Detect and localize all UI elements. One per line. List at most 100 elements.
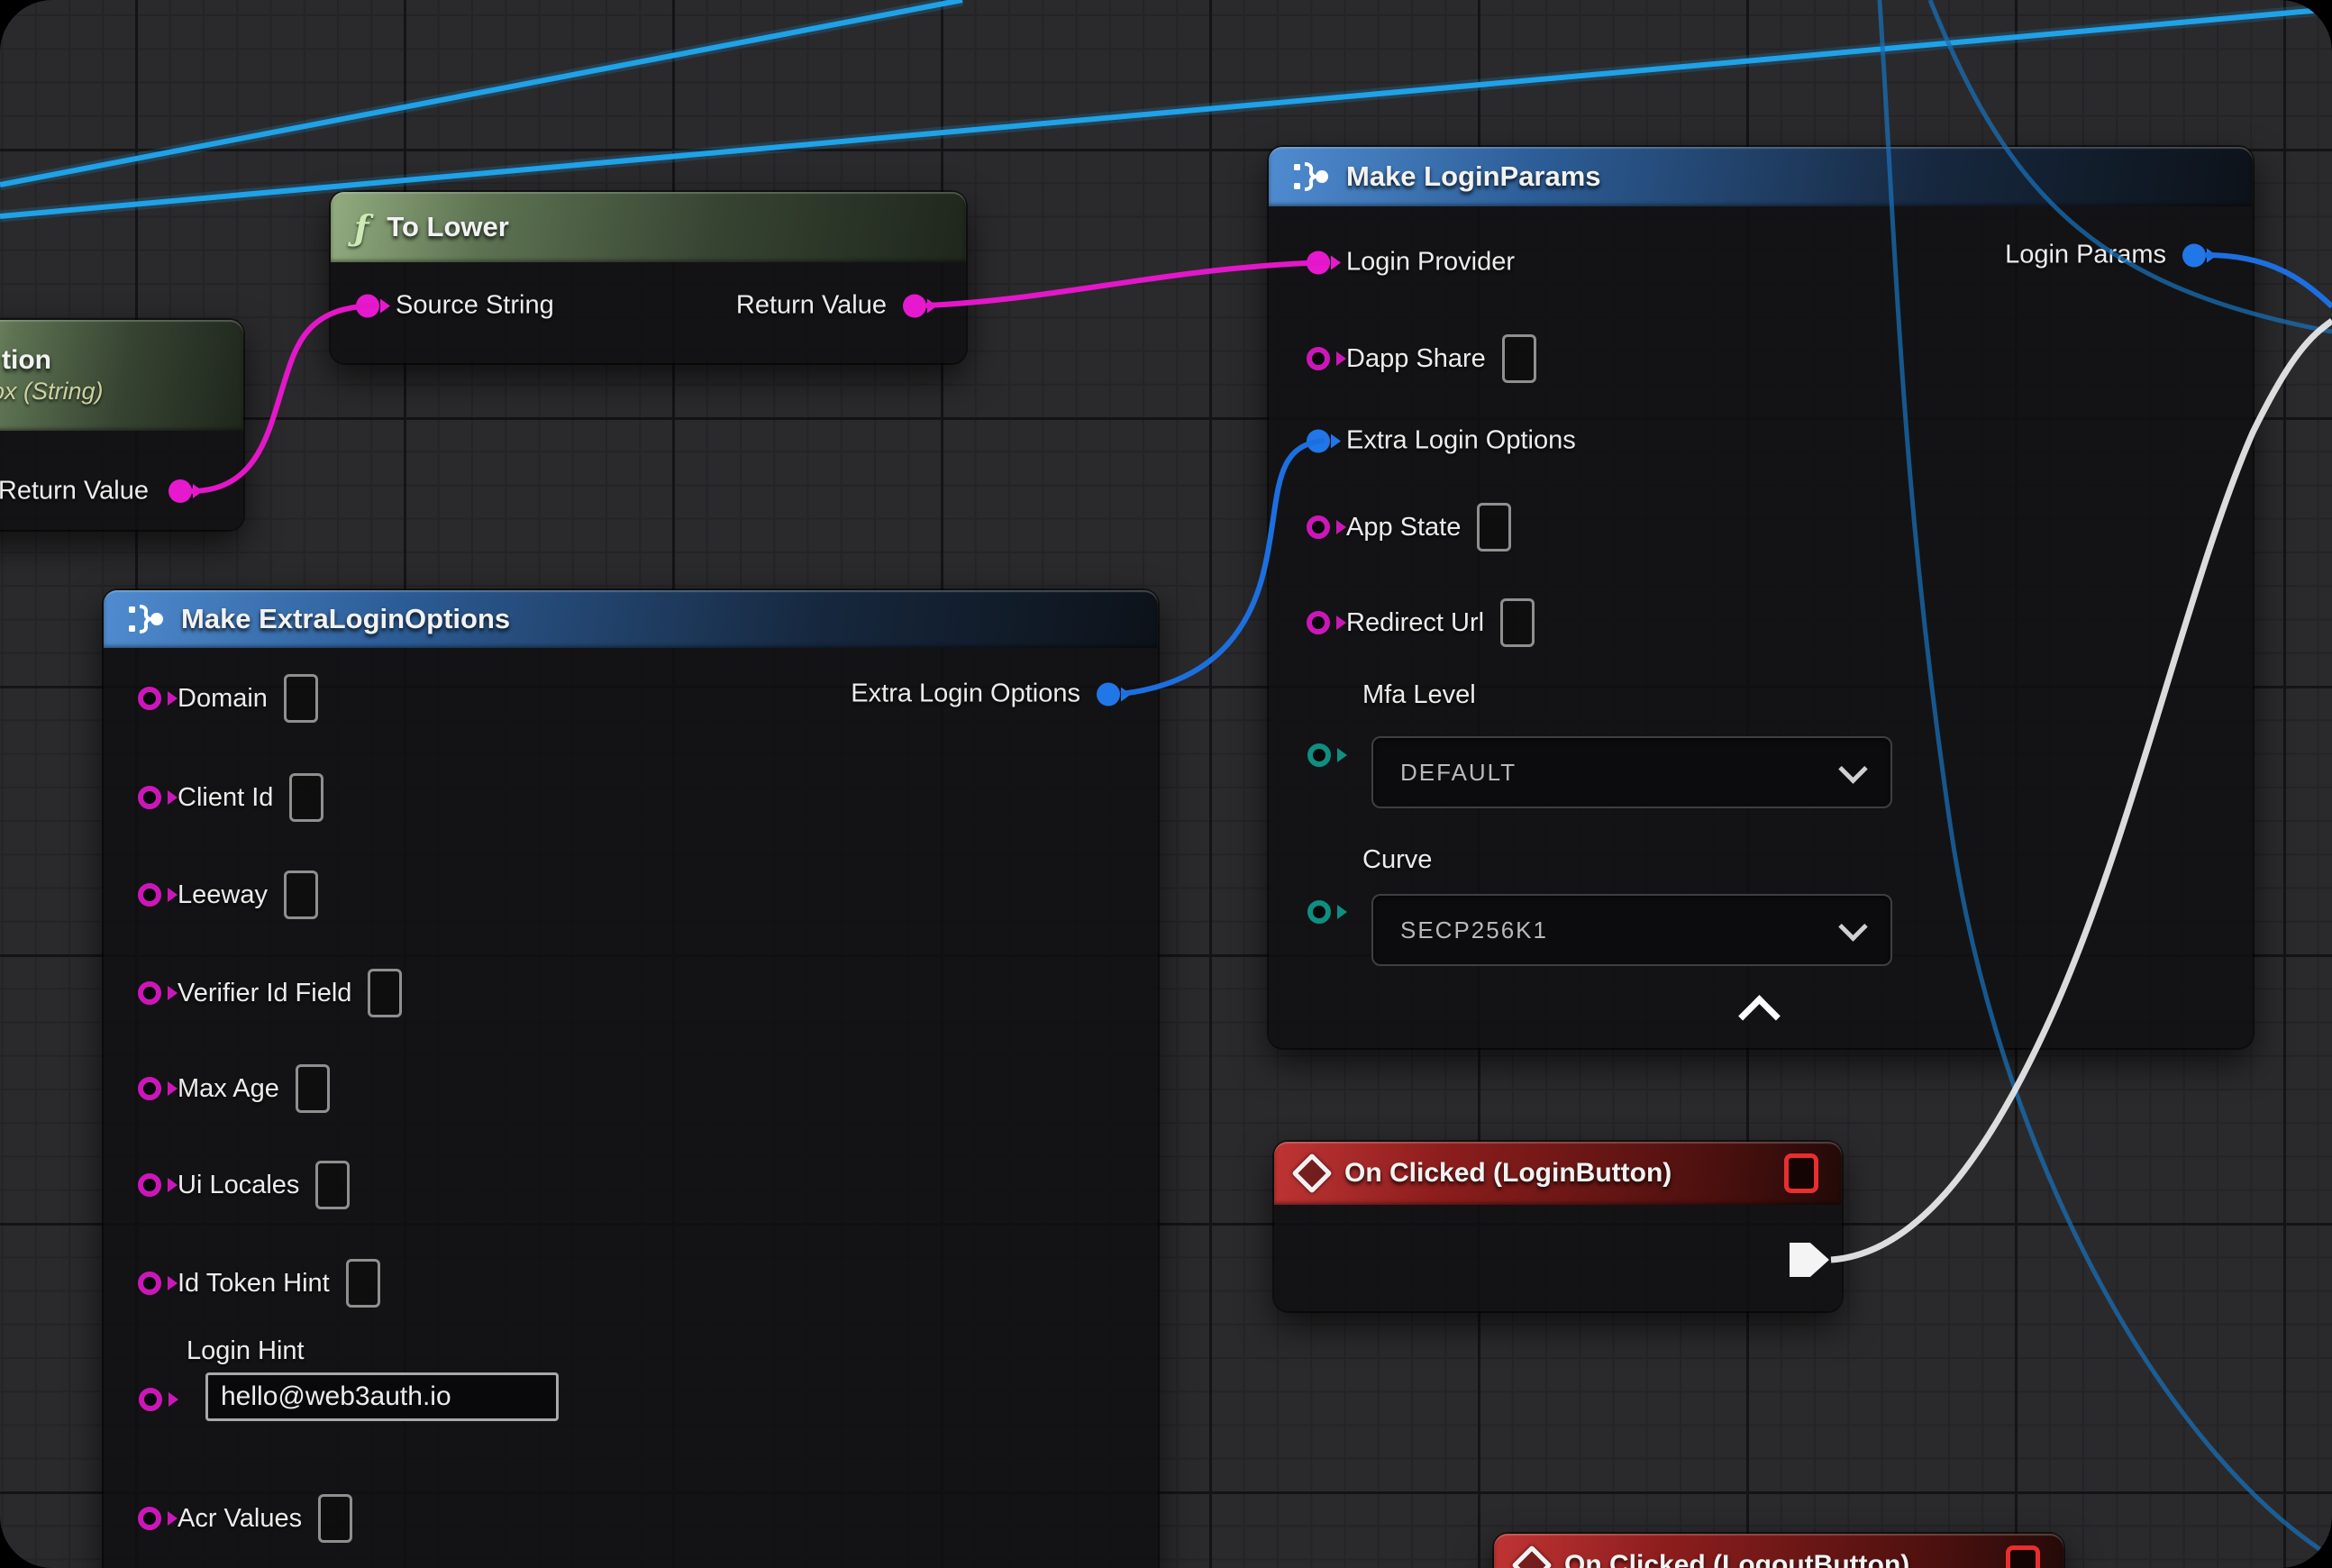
pin-label-source-string: Source String: [396, 291, 554, 321]
wire-cable-glow: [0, 0, 962, 185]
pin-row-login-params-out: Login Params: [2005, 241, 2206, 270]
max-age-value-box[interactable]: [296, 1064, 330, 1113]
pin-mfa-level-input[interactable]: [1307, 743, 1331, 767]
pin-label-curve: Curve: [1362, 845, 1432, 875]
dapp-share-value-box[interactable]: [1502, 334, 1536, 383]
node-header[interactable]: On Clicked (LoginButton): [1274, 1142, 1842, 1205]
pin-row-dapp-share: Dapp Share: [1307, 334, 1536, 383]
pin-extra-login-options-output[interactable]: [1097, 682, 1120, 706]
pin-label-verifier-id-field: Verifier Id Field: [178, 979, 351, 1008]
pin-verifier-id-field-input[interactable]: [138, 981, 161, 1005]
pin-login-provider-input[interactable]: [1307, 251, 1330, 274]
bound-widget-icon[interactable]: [2006, 1545, 2040, 1568]
pin-login-params-output[interactable]: [2182, 243, 2206, 267]
node-to-lower[interactable]: ƒ To Lower Source String Return Value: [331, 192, 966, 363]
node-make-login-params[interactable]: Make LoginParams Login Params Login Prov…: [1269, 147, 2253, 1048]
pin-source-string-input[interactable]: [356, 294, 379, 317]
blueprint-graph-canvas[interactable]: tion ox (String) Return Value ƒ To Lower…: [0, 0, 2332, 1568]
pin-max-age-input[interactable]: [138, 1077, 161, 1100]
node-make-extra-login-options[interactable]: Make ExtraLoginOptions Extra Login Optio…: [104, 590, 1158, 1568]
pin-row-id-token-hint: Id Token Hint: [138, 1259, 380, 1308]
pin-label-login-hint: Login Hint: [187, 1336, 305, 1366]
pin-label-id-token-hint: Id Token Hint: [178, 1269, 330, 1299]
pin-id-token-hint-input[interactable]: [138, 1272, 161, 1295]
node-header[interactable]: tion ox (String): [0, 320, 243, 431]
client-id-value-box[interactable]: [289, 773, 323, 822]
pin-label-redirect-url: Redirect Url: [1346, 608, 1484, 638]
chevron-down-icon: [1838, 912, 1868, 942]
node-header[interactable]: On Clicked (LogoutButton): [1494, 1534, 2063, 1568]
pin-label-max-age: Max Age: [178, 1074, 279, 1104]
node-title: On Clicked (LogoutButton): [1564, 1550, 1909, 1568]
mfa-level-value: DEFAULT: [1400, 759, 1517, 787]
leeway-value-box[interactable]: [284, 871, 318, 919]
pin-ui-locales-input[interactable]: [138, 1173, 161, 1197]
pin-row-acr-values: Acr Values: [138, 1494, 352, 1543]
ui-locales-value-box[interactable]: [315, 1161, 350, 1209]
node-header[interactable]: Make LoginParams: [1269, 147, 2253, 206]
pin-return-value-output[interactable]: [903, 294, 926, 317]
wire-cable-1: [0, 0, 962, 185]
pin-label-ui-locales: Ui Locales: [178, 1171, 299, 1200]
event-diamond-icon: [1511, 1545, 1552, 1568]
exec-output-pin[interactable]: [1790, 1243, 1829, 1277]
pin-row-source-string: Source String: [356, 291, 554, 321]
pin-client-id-input[interactable]: [138, 786, 161, 809]
acr-values-value-box[interactable]: [318, 1494, 352, 1543]
pin-label-dapp-share: Dapp Share: [1346, 344, 1486, 374]
redirect-url-value-box[interactable]: [1500, 598, 1535, 647]
pin-row-verifier-id-field: Verifier Id Field: [138, 969, 402, 1017]
pin-row-login-provider: Login Provider: [1307, 248, 1515, 278]
pin-row-ui-locales: Ui Locales: [138, 1161, 350, 1209]
pin-label-extra-login-options: Extra Login Options: [1346, 426, 1576, 456]
blueprint-editor: tion ox (String) Return Value ƒ To Lower…: [0, 0, 2332, 1568]
pin-return-value-output[interactable]: [169, 479, 192, 503]
pin-acr-values-input[interactable]: [138, 1507, 161, 1530]
pin-row-redirect-url: Redirect Url: [1307, 598, 1535, 647]
pin-label-acr-values: Acr Values: [178, 1504, 302, 1534]
pin-row-client-id: Client Id: [138, 773, 323, 822]
curve-dropdown[interactable]: SECP256K1: [1371, 894, 1892, 966]
pin-curve-input[interactable]: [1307, 900, 1331, 924]
curve-value: SECP256K1: [1400, 916, 1548, 944]
pin-leeway-input[interactable]: [138, 883, 161, 907]
domain-value-box[interactable]: [284, 674, 318, 723]
pin-label-mfa-level: Mfa Level: [1362, 680, 1476, 710]
node-header[interactable]: Make ExtraLoginOptions: [104, 590, 1158, 648]
pin-app-state-input[interactable]: [1307, 515, 1330, 539]
node-title: Make LoginParams: [1346, 160, 1601, 193]
pin-row-return-value: Return Value: [736, 291, 926, 321]
pin-row-extra-login-options-in: Extra Login Options: [1307, 426, 1576, 456]
pin-extra-login-options-input[interactable]: [1307, 429, 1330, 452]
collapse-node-button[interactable]: [1738, 995, 1781, 1037]
node-textbox-function-partial[interactable]: tion ox (String) Return Value: [0, 320, 243, 530]
id-token-hint-value-box[interactable]: [346, 1259, 380, 1308]
pin-login-hint-input[interactable]: [139, 1388, 162, 1411]
pin-domain-input[interactable]: [138, 687, 161, 710]
event-diamond-icon: [1291, 1153, 1332, 1193]
pin-label-app-state: App State: [1346, 513, 1461, 542]
pin-dapp-share-input[interactable]: [1307, 347, 1330, 370]
pin-row-max-age: Max Age: [138, 1064, 330, 1113]
app-state-value-box[interactable]: [1477, 503, 1511, 552]
pin-label-extra-login-options: Extra Login Options: [851, 679, 1080, 709]
make-struct-icon: [1292, 161, 1328, 192]
login-hint-value-field[interactable]: [205, 1372, 559, 1421]
bound-widget-icon[interactable]: [1784, 1153, 1818, 1193]
node-subtitle-fragment: ox (String): [0, 378, 104, 406]
chevron-down-icon: [1838, 754, 1868, 784]
mfa-level-dropdown[interactable]: DEFAULT: [1371, 736, 1892, 808]
node-on-clicked-logout-button[interactable]: On Clicked (LogoutButton): [1494, 1534, 2063, 1568]
pin-label-login-params: Login Params: [2005, 241, 2166, 270]
node-on-clicked-login-button[interactable]: On Clicked (LoginButton): [1274, 1142, 1842, 1311]
pin-row-leeway: Leeway: [138, 871, 318, 919]
pin-label-login-provider: Login Provider: [1346, 248, 1515, 278]
pin-label-domain: Domain: [178, 684, 268, 714]
node-title: On Clicked (LoginButton): [1344, 1158, 1672, 1189]
pin-label-return-value: Return Value: [736, 291, 887, 321]
verifier-id-field-value-box[interactable]: [368, 969, 402, 1017]
node-header[interactable]: ƒ To Lower: [331, 192, 966, 262]
node-title: Make ExtraLoginOptions: [181, 603, 510, 635]
pin-redirect-url-input[interactable]: [1307, 611, 1330, 634]
pin-label-leeway: Leeway: [178, 880, 268, 910]
